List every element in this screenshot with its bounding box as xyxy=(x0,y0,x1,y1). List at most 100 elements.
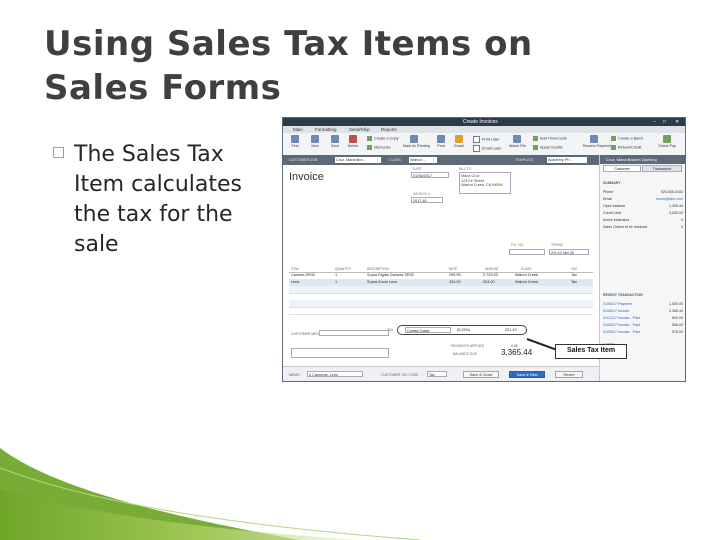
print-later-checkbox[interactable]: Print Later xyxy=(473,136,500,143)
close-icon[interactable]: ✕ xyxy=(675,119,679,125)
class-select[interactable]: Walnut ... xyxy=(409,156,437,163)
decorative-wave xyxy=(0,448,421,540)
online-pay-icon xyxy=(663,135,671,143)
save-button[interactable]: Save xyxy=(327,135,343,148)
new-button[interactable]: New xyxy=(307,135,323,148)
tab-customer[interactable]: Customer xyxy=(603,165,641,172)
find-icon xyxy=(291,135,299,143)
date-label: DATE xyxy=(413,167,422,171)
print-button[interactable]: Print xyxy=(433,135,449,148)
transaction-row[interactable]: 01/06/17 Payment 1,550.00 xyxy=(603,302,683,307)
payments-applied-label: PAYMENTS APPLIED xyxy=(451,344,485,348)
transaction-row[interactable]: 01/05/17 Invoice - Paid 556.00 xyxy=(603,323,683,328)
find-button[interactable]: Find xyxy=(287,135,303,148)
transaction-row[interactable]: 01/06/17 Invoice 3,365.44 xyxy=(603,309,683,314)
terms-label: TERMS xyxy=(551,243,563,247)
bullet-text: The Sales Tax Item calculates the tax fo… xyxy=(74,142,243,257)
add-time-costs-button[interactable]: Add Time/Costs xyxy=(533,136,567,141)
customer-job-label: CUSTOMER:JOB xyxy=(289,158,318,162)
minimize-icon[interactable]: – xyxy=(653,119,656,125)
memo-label: MEMO xyxy=(289,373,300,377)
ribbon-toolbar: Find New Save Delete Create a Copy Memor… xyxy=(283,133,685,156)
square-bullet-icon: □ xyxy=(52,144,66,160)
summary-row: Credit Limit 3,000.00 xyxy=(603,211,683,215)
email-button[interactable]: Email xyxy=(451,135,467,148)
customer-message-select[interactable] xyxy=(319,330,389,336)
summary-label: SUMMARY xyxy=(603,181,621,185)
payment-icon xyxy=(590,135,598,143)
recent-transaction-label: RECENT TRANSACTION xyxy=(603,293,643,297)
window-titlebar: Create Invoices – □ ✕ xyxy=(283,118,685,126)
save-close-button[interactable]: Save & Close xyxy=(463,371,499,378)
tab-send-ship[interactable]: Send/Ship xyxy=(349,127,370,132)
save-icon xyxy=(331,135,339,143)
save-new-button[interactable]: Save & New xyxy=(509,371,545,378)
new-icon xyxy=(311,135,319,143)
tab-transaction[interactable]: Transaction xyxy=(642,165,682,172)
print-icon xyxy=(437,135,445,143)
bottom-bar: MEMO 4 Cameras, Lens CUSTOMER TAX CODE T… xyxy=(283,366,599,381)
checkbox-icon xyxy=(473,145,480,152)
memorize-button[interactable]: Memorize xyxy=(367,145,391,150)
copy-icon xyxy=(367,136,372,141)
po-number-field[interactable] xyxy=(509,249,545,255)
receive-payments-button[interactable]: Receive Payments xyxy=(583,135,613,148)
ribbon-tabs: Main Formatting Send/Ship Reports xyxy=(283,126,685,133)
credits-icon xyxy=(533,145,538,150)
delete-button[interactable]: Delete xyxy=(345,135,361,148)
create-copy-button[interactable]: Create a Copy xyxy=(367,136,398,141)
bill-to-label: BILL TO xyxy=(459,167,472,171)
create-batch-button[interactable]: Create a Batch xyxy=(611,136,643,141)
table-row[interactable] xyxy=(289,307,593,315)
batch-icon xyxy=(611,136,616,141)
tax-amount: 251.43 xyxy=(505,328,517,332)
email-later-checkbox[interactable]: Email Later xyxy=(473,145,501,152)
window-title: Create Invoices xyxy=(463,119,498,125)
sales-tax-item-select[interactable]: Contra Costa xyxy=(405,327,451,333)
panel-header[interactable]: Cruz, Maria:Branch Opening xyxy=(600,155,685,164)
pending-icon xyxy=(410,135,418,143)
tax-rate: (8.25%) xyxy=(457,328,471,332)
invoice-number-label: INVOICE # xyxy=(413,192,430,196)
revert-button[interactable]: Revert xyxy=(555,371,583,378)
balance-due-label: BALANCE DUE xyxy=(453,352,477,356)
refund-icon xyxy=(611,145,616,150)
transaction-row[interactable]: 01/05/17 Invoice - Paid 575.00 xyxy=(603,330,683,335)
checkbox-icon xyxy=(473,136,480,143)
tax-label: TAX xyxy=(387,328,394,332)
bill-to-address[interactable]: Maria Cruz 123 Fir Street Walnut Creek, … xyxy=(459,172,511,194)
tab-reports[interactable]: Reports xyxy=(381,127,397,132)
memorize-icon xyxy=(367,145,372,150)
slide-title: Using Sales Tax Items on Sales Forms xyxy=(44,24,533,108)
attach-file-button[interactable]: Attach File xyxy=(509,135,526,148)
email-icon xyxy=(455,135,463,143)
balance-due-value: 3,365.44 xyxy=(501,348,533,357)
tab-main[interactable]: Main xyxy=(293,127,303,132)
transaction-row[interactable]: 01/12/17 Invoice - Paid 800.00 xyxy=(603,316,683,321)
message-box[interactable] xyxy=(291,348,389,358)
mark-pending-button[interactable]: Mark As Pending xyxy=(403,135,430,148)
tab-formatting[interactable]: Formatting xyxy=(315,127,337,132)
delete-icon xyxy=(349,135,357,143)
create-invoices-window: Create Invoices – □ ✕ Main Formatting Se… xyxy=(282,117,686,382)
summary-row: Open balance 1,350.44 xyxy=(603,204,683,208)
time-costs-icon xyxy=(533,136,538,141)
terms-select[interactable]: 2% 10 Net 30 xyxy=(549,249,589,255)
customer-job-select[interactable]: Cruz, Maria:Bra... xyxy=(335,156,381,163)
online-pay-button[interactable]: Online Pay xyxy=(657,135,677,148)
refund-credit-button[interactable]: Refund/Credit xyxy=(611,145,641,150)
memo-field[interactable]: 4 Cameras, Lens xyxy=(307,371,363,377)
attach-icon xyxy=(513,135,521,143)
summary-row: Email mcruz@abc.com xyxy=(603,197,683,201)
invoice-heading: Invoice xyxy=(289,171,324,183)
summary-row: Phone 925-555-0344 xyxy=(603,190,683,194)
apply-credits-button[interactable]: Apply Credits xyxy=(533,145,563,150)
invoice-number-field[interactable]: 2017-61 xyxy=(411,197,443,203)
customer-tax-code-select[interactable]: Tax xyxy=(427,371,447,377)
date-field[interactable]: 01/06/2017 xyxy=(411,172,449,178)
summary-row: Active estimates 0 xyxy=(603,218,683,222)
maximize-icon[interactable]: □ xyxy=(663,119,666,125)
po-number-label: P.O. NO. xyxy=(511,243,525,247)
customer-bar: CUSTOMER:JOB Cruz, Maria:Bra... CLASS Wa… xyxy=(283,155,599,165)
template-select[interactable]: Academy Ph... xyxy=(547,156,587,163)
